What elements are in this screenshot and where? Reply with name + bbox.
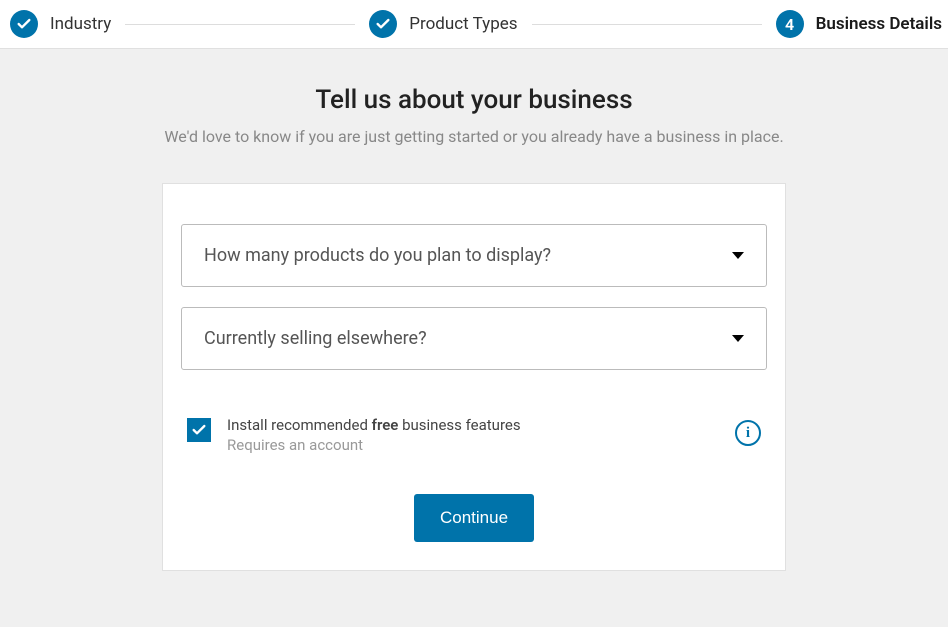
step-label: Industry [50,14,111,34]
form-card: How many products do you plan to display… [162,183,786,571]
page-title: Tell us about your business [315,85,632,115]
select-label: How many products do you plan to display… [204,245,551,266]
install-features-checkbox[interactable] [187,418,211,442]
install-features-text: Install recommended free business featur… [227,416,719,454]
selling-elsewhere-select[interactable]: Currently selling elsewhere? [181,307,767,370]
step-connector [125,24,355,25]
stepper: Industry Product Types 4 Business Detail… [0,0,948,49]
step-number-icon: 4 [776,10,804,38]
check-icon [10,10,38,38]
page-subtitle: We'd love to know if you are just gettin… [164,125,783,149]
check-icon [369,10,397,38]
step-product-types[interactable]: Product Types [369,10,517,38]
info-icon[interactable]: i [735,420,761,446]
continue-button[interactable]: Continue [414,494,534,542]
step-industry[interactable]: Industry [10,10,111,38]
step-connector [532,24,762,25]
install-features-label: Install recommended free business featur… [227,416,719,434]
products-count-select[interactable]: How many products do you plan to display… [181,224,767,287]
chevron-down-icon [732,335,744,342]
select-label: Currently selling elsewhere? [204,328,427,349]
step-number: 4 [785,15,794,34]
install-features-row: Install recommended free business featur… [181,416,767,454]
step-business-details[interactable]: 4 Business Details [776,10,942,38]
chevron-down-icon [732,252,744,259]
step-label: Business Details [816,14,942,34]
main-content: Tell us about your business We'd love to… [0,49,948,571]
step-label: Product Types [409,14,517,34]
install-features-sublabel: Requires an account [227,436,719,454]
